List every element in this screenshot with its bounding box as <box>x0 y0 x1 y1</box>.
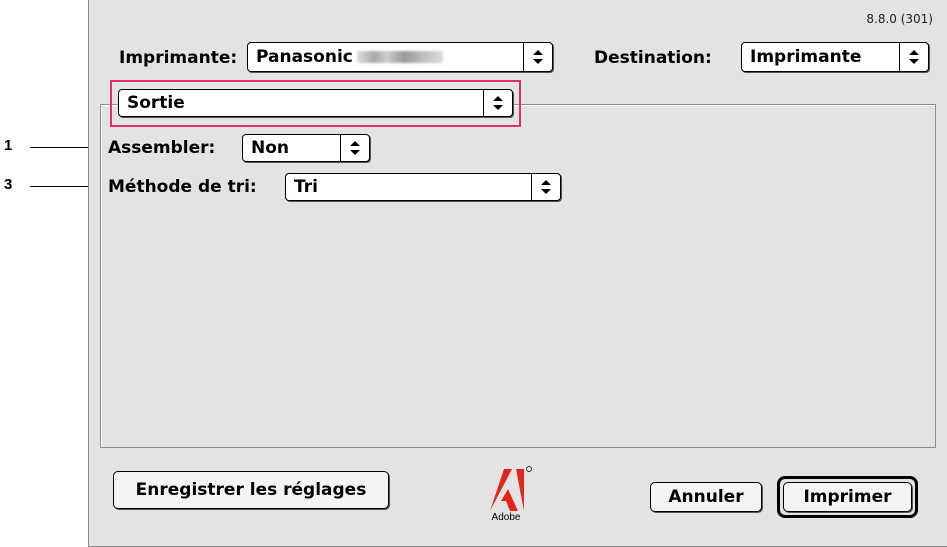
collate-popup[interactable]: Non <box>242 134 370 162</box>
popup-arrows-icon <box>340 135 369 161</box>
printer-value: Panasonic <box>256 47 353 67</box>
callout-3: 3 <box>4 176 13 193</box>
save-settings-button[interactable]: Enregistrer les réglages <box>113 471 389 509</box>
sort-method-value: Tri <box>294 177 318 197</box>
adobe-logo-icon <box>490 466 532 511</box>
printer-label: Imprimante: <box>119 48 238 68</box>
print-button[interactable]: Imprimer <box>783 482 912 512</box>
sort-method-label: Méthode de tri: <box>108 177 257 197</box>
popup-arrows-icon <box>523 43 552 71</box>
destination-label: Destination: <box>594 48 712 68</box>
cancel-button[interactable]: Annuler <box>650 482 762 512</box>
version-label: 8.8.0 (301) <box>866 12 933 26</box>
sort-method-popup[interactable]: Tri <box>285 173 561 201</box>
printer-popup[interactable]: Panasonic <box>247 42 553 72</box>
section-highlight <box>110 80 521 127</box>
adobe-logo-text: Adobe <box>491 512 521 523</box>
collate-label: Assembler: <box>108 138 216 158</box>
options-panel <box>100 104 936 448</box>
redacted-model <box>356 51 443 63</box>
popup-arrows-icon <box>899 43 928 71</box>
collate-value: Non <box>251 138 290 158</box>
callout-1: 1 <box>4 137 13 154</box>
popup-arrows-icon <box>531 174 560 200</box>
destination-value: Imprimante <box>750 47 862 67</box>
destination-popup[interactable]: Imprimante <box>741 42 929 72</box>
